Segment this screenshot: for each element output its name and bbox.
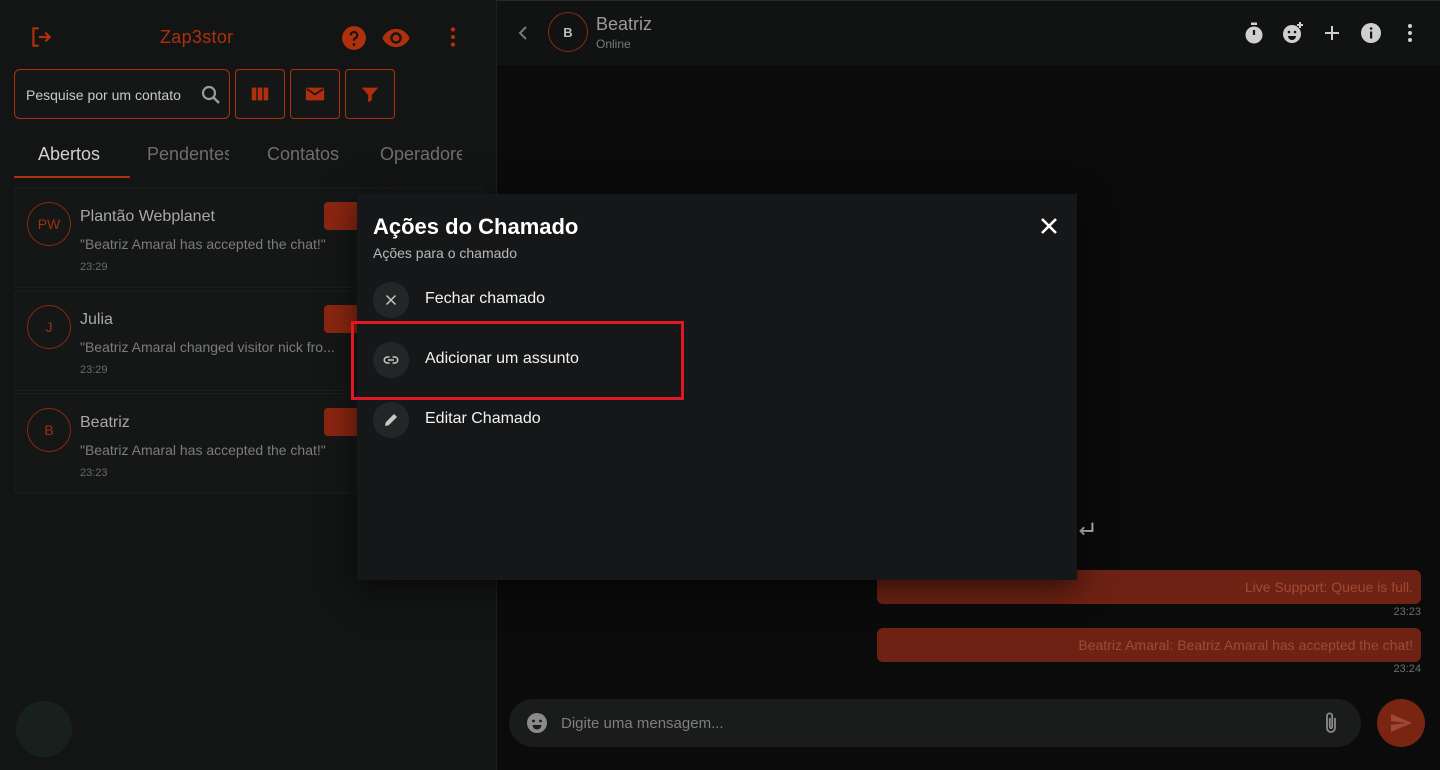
- search-box: [14, 69, 230, 119]
- paperclip-icon[interactable]: [1321, 711, 1341, 735]
- pencil-icon: [373, 402, 409, 438]
- tab-indicator: [14, 176, 130, 178]
- chat-time: 23:23: [80, 467, 108, 479]
- brand-name: Zap3stor: [160, 27, 234, 47]
- send-icon: [1391, 714, 1412, 732]
- timer-icon[interactable]: [1242, 21, 1266, 45]
- eye-icon[interactable]: [380, 24, 412, 52]
- message-composer: [509, 699, 1361, 747]
- send-button[interactable]: [1377, 699, 1425, 747]
- tab-abertos[interactable]: Abertos: [38, 144, 100, 165]
- chat-preview: "Beatriz Amaral has accepted the chat!": [80, 236, 326, 252]
- action-label: Editar Chamado: [425, 410, 541, 427]
- chat-time: 23:29: [80, 261, 108, 273]
- message-time: 23:23: [1393, 606, 1421, 618]
- contact-name: Beatriz: [596, 14, 653, 34]
- filter-icon: [361, 87, 379, 103]
- kanban-button[interactable]: [235, 69, 285, 119]
- action-label: Fechar chamado: [425, 290, 546, 307]
- search-icon[interactable]: [199, 83, 223, 107]
- avatar: J: [27, 305, 71, 349]
- logout-icon[interactable]: [28, 24, 54, 50]
- mail-icon: [305, 87, 325, 101]
- dialog-title: Ações do Chamado: [373, 214, 579, 239]
- emoji-icon[interactable]: [525, 711, 549, 735]
- avatar[interactable]: B: [548, 12, 588, 52]
- chevron-left-icon[interactable]: [515, 23, 531, 43]
- more-vertical-icon[interactable]: [1398, 21, 1422, 45]
- chat-name: Beatriz: [80, 414, 130, 431]
- chat-header: B Beatriz Online: [497, 1, 1440, 65]
- columns-icon: [251, 87, 269, 101]
- chat-preview: "Beatriz Amaral has accepted the chat!": [80, 442, 326, 458]
- plus-icon[interactable]: [1320, 21, 1344, 45]
- chat-time: 23:29: [80, 364, 108, 376]
- help-icon[interactable]: [341, 25, 367, 51]
- close-ticket-action[interactable]: Fechar chamado: [357, 269, 677, 329]
- chat-name: Julia: [80, 311, 113, 328]
- add-emoji-icon[interactable]: [1281, 21, 1305, 45]
- chat-tabs: Abertos Pendentes Contatos Operadores: [14, 136, 484, 180]
- tab-contatos[interactable]: Contatos: [267, 144, 339, 165]
- avatar: PW: [27, 202, 71, 246]
- close-icon[interactable]: [1037, 214, 1061, 238]
- message-input[interactable]: [561, 712, 1261, 734]
- chat-name: Plantão Webplanet: [80, 208, 215, 225]
- search-input[interactable]: [26, 84, 194, 106]
- tab-operadores[interactable]: Operadores: [380, 144, 462, 165]
- close-icon: [373, 282, 409, 318]
- dialog-subtitle: Ações para o chamado: [373, 245, 517, 261]
- message-time: 23:24: [1393, 663, 1421, 675]
- contact-status: Online: [596, 37, 631, 51]
- avatar: B: [27, 408, 71, 452]
- mail-button[interactable]: [290, 69, 340, 119]
- sidebar-header: Zap3stor: [0, 0, 496, 72]
- filter-button[interactable]: [345, 69, 395, 119]
- more-vertical-icon[interactable]: [440, 24, 466, 50]
- chat-preview: "Beatriz Amaral changed visitor nick fro…: [80, 339, 335, 355]
- info-icon[interactable]: [1359, 21, 1383, 45]
- floating-action-button[interactable]: [16, 701, 72, 757]
- highlight-box: [351, 321, 684, 400]
- message-bubble: Beatriz Amaral: Beatriz Amaral has accep…: [877, 628, 1421, 662]
- enter-icon: [1079, 522, 1094, 536]
- tab-pendentes[interactable]: Pendentes: [147, 144, 229, 165]
